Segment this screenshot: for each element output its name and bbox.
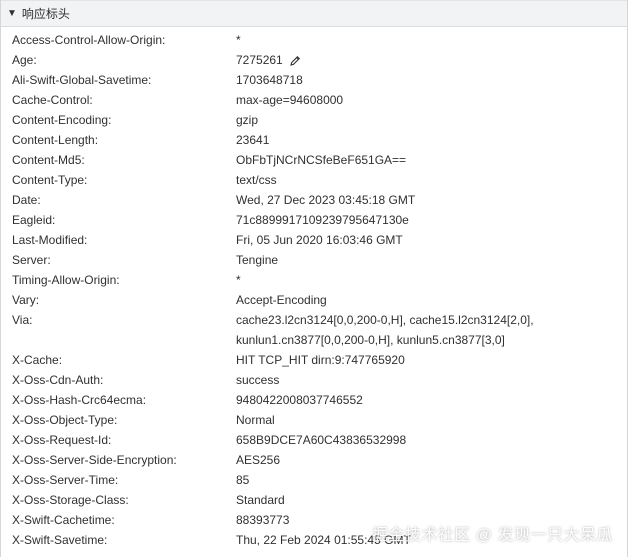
header-row: X-Oss-Server-Time: 85 xyxy=(1,470,627,490)
header-value: gzip xyxy=(236,113,259,127)
header-name: Vary: xyxy=(12,293,40,307)
header-row: Access-Control-Allow-Origin: * xyxy=(1,30,627,50)
header-value: AES256 xyxy=(236,453,281,467)
header-row: Content-Type: text/css xyxy=(1,170,627,190)
header-row: Timing-Allow-Origin: * xyxy=(1,270,627,290)
header-value: * xyxy=(236,33,241,47)
header-value: 1703648718 xyxy=(236,73,303,87)
header-row: Last-Modified: Fri, 05 Jun 2020 16:03:46… xyxy=(1,230,627,250)
header-value: success xyxy=(236,373,280,387)
header-row: X-Oss-Server-Side-Encryption: AES256 xyxy=(1,450,627,470)
header-value: Fri, 05 Jun 2020 16:03:46 GMT xyxy=(236,233,403,247)
header-name: Cache-Control: xyxy=(12,93,93,107)
header-name: Age: xyxy=(12,53,37,67)
header-row: X-Cache: HIT TCP_HIT dirn:9:747765920 xyxy=(1,350,627,370)
header-row: Content-Md5: ObFbTjNCrNCSfeBeF651GA== xyxy=(1,150,627,170)
header-name: Eagleid: xyxy=(12,213,56,227)
header-name: X-Cache: xyxy=(12,353,63,367)
header-row: X-Oss-Request-Id: 658B9DCE7A60C438365329… xyxy=(1,430,627,450)
header-name: X-Oss-Request-Id: xyxy=(12,433,112,447)
header-name: Timing-Allow-Origin: xyxy=(12,273,120,287)
header-row: Via: cache23.l2cn3124[0,0,200-0,H], cach… xyxy=(1,310,627,350)
header-value: Tengine xyxy=(236,253,279,267)
header-name: Content-Length: xyxy=(12,133,99,147)
header-name: X-Oss-Cdn-Auth: xyxy=(12,373,104,387)
section-title: 响应标头 xyxy=(21,7,70,21)
header-row: Cache-Control: max-age=94608000 xyxy=(1,90,627,110)
pencil-icon[interactable] xyxy=(289,55,301,67)
header-name: Content-Type: xyxy=(12,173,88,187)
header-name: X-Oss-Storage-Class: xyxy=(12,493,129,507)
header-value: max-age=94608000 xyxy=(236,93,344,107)
header-value: Accept-Encoding xyxy=(236,293,327,307)
response-headers-panel: ▼ 响应标头 Access-Control-Allow-Origin: * Ag… xyxy=(0,0,628,557)
header-name: X-Oss-Object-Type: xyxy=(12,413,118,427)
header-name: Ali-Swift-Global-Savetime: xyxy=(12,73,152,87)
header-row: Vary: Accept-Encoding xyxy=(1,290,627,310)
header-value: text/css xyxy=(236,173,277,187)
header-name: X-Oss-Server-Time: xyxy=(12,473,119,487)
header-value-wrap: 7275261 xyxy=(236,50,566,70)
header-value-line: cache23.l2cn3124[0,0,200-0,H], cache15.l… xyxy=(236,313,534,327)
header-row: Content-Length: 23641 xyxy=(1,130,627,150)
header-value: HIT TCP_HIT dirn:9:747765920 xyxy=(236,353,405,367)
header-row: Age: 7275261 xyxy=(1,50,627,70)
header-row: Date: Wed, 27 Dec 2023 03:45:18 GMT xyxy=(1,190,627,210)
header-name: Date: xyxy=(12,193,41,207)
header-value-line: kunlun1.cn3877[0,0,200-0,H], kunlun5.cn3… xyxy=(236,333,505,347)
header-value: * xyxy=(236,273,241,287)
watermark: 掘金技术社区 @ 发现一只大呆瓜 xyxy=(371,527,613,544)
header-name: Server: xyxy=(12,253,51,267)
header-value: Standard xyxy=(236,493,285,507)
header-row: Ali-Swift-Global-Savetime: 1703648718 xyxy=(1,70,627,90)
header-row: Eagleid: 71c8899917109239795647130e xyxy=(1,210,627,230)
header-name: X-Oss-Server-Side-Encryption: xyxy=(12,453,177,467)
header-value: 9480422008037746552 xyxy=(236,393,363,407)
response-headers-section-header[interactable]: ▼ 响应标头 xyxy=(1,0,627,27)
header-row: X-Oss-Object-Type: Normal xyxy=(1,410,627,430)
header-value: 658B9DCE7A60C43836532998 xyxy=(236,433,407,447)
header-row: X-Oss-Hash-Crc64ecma: 948042200803774655… xyxy=(1,390,627,410)
header-name: X-Oss-Hash-Crc64ecma: xyxy=(12,393,147,407)
header-value: ObFbTjNCrNCSfeBeF651GA== xyxy=(236,153,407,167)
header-name: Via: xyxy=(12,313,33,327)
header-value: Wed, 27 Dec 2023 03:45:18 GMT xyxy=(236,193,416,207)
header-name: Content-Encoding: xyxy=(12,113,112,127)
header-name: X-Swift-Cachetime: xyxy=(12,513,115,527)
header-row: X-Oss-Cdn-Auth: success xyxy=(1,370,627,390)
collapse-caret-icon[interactable]: ▼ xyxy=(7,8,17,19)
header-name: Access-Control-Allow-Origin: xyxy=(12,33,166,47)
header-row: X-Oss-Storage-Class: Standard xyxy=(1,490,627,510)
header-list: Access-Control-Allow-Origin: * Age: 7275… xyxy=(1,30,627,550)
header-name: X-Swift-Savetime: xyxy=(12,533,108,547)
header-row: Content-Encoding: gzip xyxy=(1,110,627,130)
header-value: 71c8899917109239795647130e xyxy=(236,213,409,227)
header-value: Normal xyxy=(236,413,275,427)
header-value: 85 xyxy=(236,473,250,487)
header-value: 7275261 xyxy=(236,53,283,67)
header-name: Content-Md5: xyxy=(12,153,85,167)
header-value: 23641 xyxy=(236,133,270,147)
header-row: Server: Tengine xyxy=(1,250,627,270)
header-value: cache23.l2cn3124[0,0,200-0,H], cache15.l… xyxy=(236,310,566,350)
header-name: Last-Modified: xyxy=(12,233,88,247)
